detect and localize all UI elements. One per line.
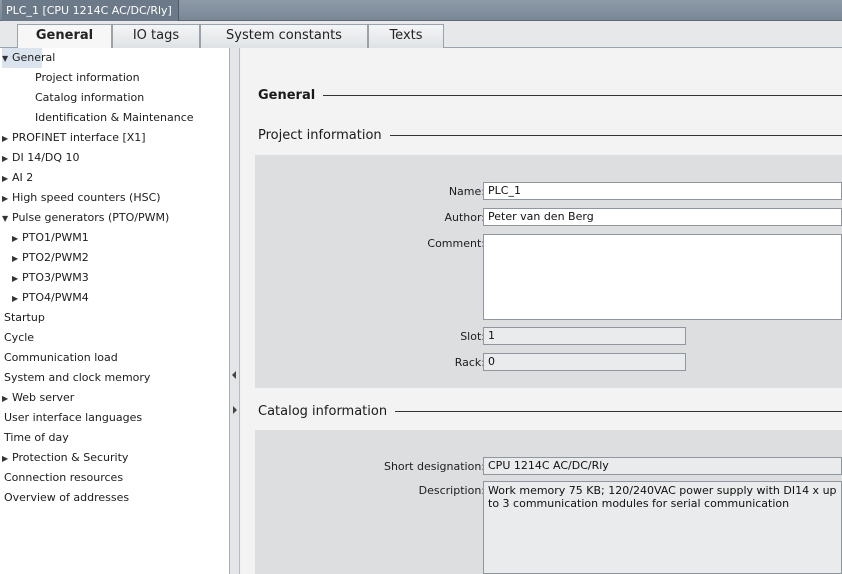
tab-io-tags[interactable]: IO tags [112, 24, 200, 48]
nav-item-label: Communication load [4, 351, 118, 364]
nav-item-label: Web server [12, 391, 75, 404]
expanded-arrow-icon[interactable]: ▼ [2, 209, 12, 229]
collapsed-arrow-icon[interactable]: ▶ [2, 189, 12, 209]
nav-item-label: Identification & Maintenance [35, 111, 194, 124]
expand-right-icon[interactable] [233, 406, 237, 414]
rack-label: Rack: [454, 356, 485, 369]
nav-item-label: PTO1/PWM1 [22, 231, 89, 244]
nav-item-label: System and clock memory [4, 371, 151, 384]
collapsed-arrow-icon[interactable]: ▶ [2, 389, 12, 409]
comment-label: Comment: [427, 237, 485, 250]
nav-item-label: High speed counters (HSC) [12, 191, 161, 204]
author-field[interactable]: Peter van den Berg [483, 208, 842, 226]
nav-item-label: Cycle [4, 331, 35, 344]
short-designation-field: CPU 1214C AC/DC/Rly [483, 457, 842, 475]
collapsed-arrow-icon[interactable]: ▶ [12, 249, 22, 269]
description-field: Work memory 75 KB; 120/240VAC power supp… [483, 481, 842, 574]
nav-item-profinet-interface[interactable]: ▶ PROFINET interface [X1] [2, 128, 146, 148]
nav-item-pto2[interactable]: ▶ PTO2/PWM2 [12, 248, 89, 268]
nav-item-label: Pulse generators (PTO/PWM) [12, 211, 170, 224]
nav-item-cycle[interactable]: Cycle [4, 328, 34, 348]
window-title: PLC_1 [CPU 1214C AC/DC/Rly] [2, 0, 179, 21]
nav-item-pulse-generators[interactable]: ▼ Pulse generators (PTO/PWM) [2, 208, 169, 228]
collapse-left-icon[interactable] [232, 371, 236, 379]
window-titlebar: PLC_1 [CPU 1214C AC/DC/Rly] [0, 0, 842, 21]
nav-item-label: Connection resources [4, 471, 124, 484]
rack-field: 0 [483, 353, 686, 371]
section-title: Project information [258, 128, 382, 143]
properties-content: General Project information Name: PLC_1 … [241, 48, 842, 574]
divider [389, 135, 842, 136]
collapsed-arrow-icon[interactable]: ▶ [12, 229, 22, 249]
nav-item-connection-resources[interactable]: Connection resources [4, 468, 123, 488]
nav-item-catalog-information[interactable]: Catalog information [35, 88, 144, 108]
tab-bar: General IO tags System constants Texts [0, 21, 842, 49]
nav-item-label: Overview of addresses [4, 491, 130, 504]
collapsed-arrow-icon[interactable]: ▶ [12, 269, 22, 289]
catalog-info-panel: Short designation: CPU 1214C AC/DC/Rly D… [255, 430, 842, 574]
nav-item-label: AI 2 [12, 171, 34, 184]
nav-item-protection-security[interactable]: ▶ Protection & Security [2, 448, 128, 468]
nav-item-identification-maintenance[interactable]: Identification & Maintenance [35, 108, 194, 128]
nav-item-overview-addresses[interactable]: Overview of addresses [4, 488, 129, 508]
tab-general[interactable]: General [17, 24, 112, 49]
tab-texts[interactable]: Texts [368, 24, 444, 48]
slot-label: Slot: [460, 330, 485, 343]
nav-item-label: User interface languages [4, 411, 143, 424]
collapsed-arrow-icon[interactable]: ▶ [2, 449, 12, 469]
collapsed-arrow-icon[interactable]: ▶ [2, 169, 12, 189]
nav-item-label: Startup [4, 311, 45, 324]
expanded-arrow-icon[interactable]: ▼ [2, 49, 12, 69]
section-heading-catalog-information: Catalog information [258, 404, 842, 419]
nav-item-label: Project information [35, 71, 140, 84]
collapsed-arrow-icon[interactable]: ▶ [12, 289, 22, 309]
panel-splitter[interactable] [230, 48, 240, 574]
properties-nav-tree: ▼ General Project information Catalog inf… [0, 48, 230, 574]
collapsed-arrow-icon[interactable]: ▶ [2, 149, 12, 169]
nav-item-web-server[interactable]: ▶ Web server [2, 388, 74, 408]
section-title: General [258, 88, 316, 103]
section-title: Catalog information [258, 404, 388, 419]
comment-field[interactable] [483, 234, 842, 320]
nav-item-label: PTO4/PWM4 [22, 291, 89, 304]
nav-item-time-of-day[interactable]: Time of day [4, 428, 69, 448]
nav-item-label: PTO2/PWM2 [22, 251, 89, 264]
nav-item-pto4[interactable]: ▶ PTO4/PWM4 [12, 288, 89, 308]
name-field[interactable]: PLC_1 [483, 182, 842, 200]
short-designation-label: Short designation: [383, 460, 485, 473]
divider [323, 95, 842, 96]
nav-item-pto1[interactable]: ▶ PTO1/PWM1 [12, 228, 89, 248]
nav-item-system-clock-memory[interactable]: System and clock memory [4, 368, 150, 388]
nav-item-startup[interactable]: Startup [4, 308, 45, 328]
nav-item-general[interactable]: ▼ General [2, 48, 55, 69]
section-heading-general: General [258, 88, 842, 103]
nav-item-ai[interactable]: ▶ AI 2 [2, 168, 33, 188]
nav-item-communication-load[interactable]: Communication load [4, 348, 118, 368]
nav-item-label: DI 14/DQ 10 [12, 151, 80, 164]
tab-system-constants[interactable]: System constants [200, 24, 368, 48]
nav-item-label: Time of day [4, 431, 69, 444]
nav-item-ui-languages[interactable]: User interface languages [4, 408, 142, 428]
nav-item-di-dq[interactable]: ▶ DI 14/DQ 10 [2, 148, 80, 168]
collapsed-arrow-icon[interactable]: ▶ [2, 129, 12, 149]
section-heading-project-information: Project information [258, 128, 842, 143]
name-label: Name: [448, 185, 485, 198]
nav-item-label: PTO3/PWM3 [22, 271, 89, 284]
description-label: Description: [418, 484, 485, 497]
nav-item-label: PROFINET interface [X1] [12, 131, 146, 144]
nav-item-label: General [12, 51, 56, 64]
nav-item-label: Protection & Security [12, 451, 129, 464]
nav-item-label: Catalog information [35, 91, 145, 104]
divider [395, 411, 842, 412]
slot-field: 1 [483, 327, 686, 345]
project-info-panel: Name: PLC_1 Author: Peter van den Berg C… [255, 155, 842, 388]
nav-item-hsc[interactable]: ▶ High speed counters (HSC) [2, 188, 161, 208]
nav-item-project-information[interactable]: Project information [35, 68, 140, 88]
nav-item-pto3[interactable]: ▶ PTO3/PWM3 [12, 268, 89, 288]
author-label: Author: [444, 211, 485, 224]
